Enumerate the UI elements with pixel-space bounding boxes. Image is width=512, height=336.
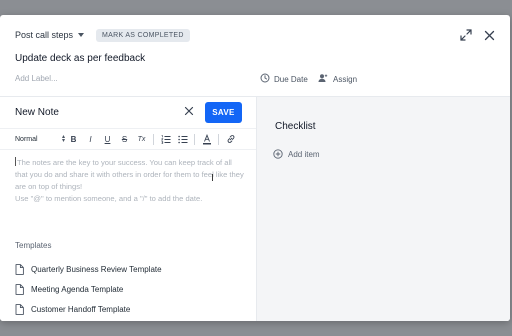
formatting-toolbar: Normal ▴ ▾ B I U S Tx bbox=[0, 128, 256, 150]
header-actions bbox=[460, 29, 495, 41]
step-dropdown[interactable]: Post call steps bbox=[15, 30, 85, 40]
toolbar-divider bbox=[194, 133, 195, 145]
template-list: Quarterly Business Review Template Meeti… bbox=[15, 259, 162, 319]
bullet-list-icon bbox=[177, 135, 187, 143]
editor-hint: Use "@" to mention someone, and a "/" to… bbox=[15, 194, 203, 203]
strikethrough-button[interactable]: S bbox=[116, 132, 133, 146]
note-header: New Note SAVE bbox=[15, 101, 242, 123]
template-item-label: Customer Handoff Template bbox=[31, 304, 131, 314]
add-person-icon bbox=[317, 73, 328, 85]
italic-button[interactable]: I bbox=[82, 132, 99, 146]
caret-down-icon bbox=[78, 33, 85, 37]
step-dropdown-label: Post call steps bbox=[15, 30, 74, 40]
templates-heading: Templates bbox=[15, 241, 52, 250]
plus-circle-icon bbox=[273, 149, 283, 159]
template-item-label: Meeting Agenda Template bbox=[31, 284, 124, 294]
due-date-button[interactable]: Due Date bbox=[260, 73, 308, 85]
checklist-title: Checklist bbox=[275, 121, 316, 132]
toolbar-divider bbox=[153, 133, 154, 145]
ordered-list-icon bbox=[160, 134, 170, 144]
template-item[interactable]: Meeting Agenda Template bbox=[15, 279, 162, 299]
text-color-icon bbox=[202, 133, 211, 144]
task-title[interactable]: Update deck as per feedback bbox=[15, 53, 145, 64]
text-cursor bbox=[15, 157, 16, 166]
link-icon bbox=[227, 135, 234, 143]
close-icon[interactable] bbox=[484, 30, 495, 41]
modal-header: Post call steps MARK AS COMPLETED bbox=[15, 28, 495, 42]
text-style-label: Normal bbox=[15, 135, 38, 143]
template-item[interactable]: Quarterly Business Review Template bbox=[15, 259, 162, 279]
clear-format-button[interactable]: Tx bbox=[133, 132, 150, 146]
add-item-label: Add item bbox=[288, 149, 320, 159]
document-icon bbox=[15, 303, 24, 315]
text-color-button[interactable] bbox=[198, 132, 215, 146]
assign-label: Assign bbox=[333, 74, 358, 84]
bullet-list-button[interactable] bbox=[174, 132, 191, 146]
assign-button[interactable]: Assign bbox=[317, 73, 357, 85]
clock-icon bbox=[260, 73, 270, 85]
editor-placeholder: The notes are the key to your success. Y… bbox=[15, 158, 244, 191]
add-label-field[interactable]: Add Label... bbox=[15, 74, 58, 83]
checklist-pane: Checklist Add item bbox=[256, 97, 510, 321]
due-date-label: Due Date bbox=[274, 74, 308, 84]
template-item[interactable]: Customer Handoff Template bbox=[15, 299, 162, 319]
save-button[interactable]: SAVE bbox=[205, 101, 242, 123]
underline-button[interactable]: U bbox=[99, 132, 116, 146]
bold-button[interactable]: B bbox=[65, 132, 82, 146]
text-style-select[interactable]: Normal ▴ ▾ bbox=[15, 134, 65, 144]
document-icon bbox=[15, 283, 24, 295]
note-pane: New Note SAVE Normal ▴ ▾ B I U S Tx The … bbox=[0, 97, 256, 321]
close-icon[interactable] bbox=[184, 103, 194, 121]
document-icon bbox=[15, 263, 24, 275]
task-modal: Post call steps MARK AS COMPLETED Update… bbox=[0, 15, 510, 321]
ordered-list-button[interactable] bbox=[157, 132, 174, 146]
task-meta-row: Add Label... Due Date Assign bbox=[15, 73, 495, 87]
note-title: New Note bbox=[15, 106, 59, 118]
expand-icon[interactable] bbox=[460, 29, 472, 41]
template-item-label: Quarterly Business Review Template bbox=[31, 264, 162, 274]
toolbar-divider bbox=[218, 133, 219, 145]
add-item-button[interactable]: Add item bbox=[273, 149, 320, 159]
ibeam-cursor-icon: I bbox=[211, 173, 214, 184]
link-button[interactable] bbox=[222, 132, 239, 146]
mark-completed-button[interactable]: MARK AS COMPLETED bbox=[96, 28, 190, 42]
